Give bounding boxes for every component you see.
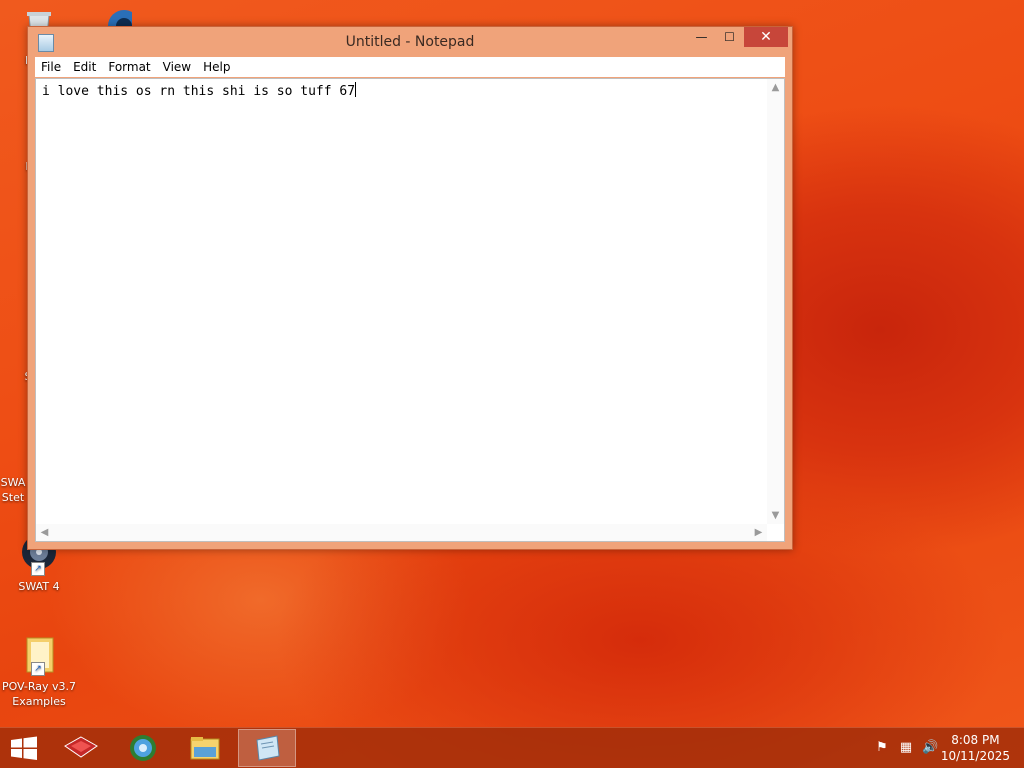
shortcut-arrow-icon: ↗ xyxy=(31,662,45,676)
menu-file[interactable]: File xyxy=(35,57,67,77)
clock-time: 8:08 PM xyxy=(951,733,1000,747)
menu-format[interactable]: Format xyxy=(102,57,156,77)
taskbar-app-red-cube[interactable] xyxy=(52,729,110,767)
desktop-icon-povray-examples[interactable]: ↗ POV-Ray v3.7 Examples xyxy=(0,632,78,709)
title-bar[interactable]: Untitled - Notepad — ☐ ✕ xyxy=(28,27,792,57)
menu-view[interactable]: View xyxy=(157,57,197,77)
menu-help[interactable]: Help xyxy=(197,57,236,77)
clock-date: 10/11/2025 xyxy=(940,749,1010,763)
browser-globe-icon xyxy=(130,735,156,761)
system-clock[interactable]: 8:08 PM 10/11/2025 xyxy=(941,732,1010,764)
scroll-down-icon[interactable]: ▼ xyxy=(767,507,784,524)
taskbar-browser[interactable] xyxy=(114,729,172,767)
close-button[interactable]: ✕ xyxy=(744,27,788,47)
scroll-left-icon[interactable]: ◀ xyxy=(36,524,53,541)
shortcut-arrow-icon: ↗ xyxy=(31,562,45,576)
vertical-scrollbar[interactable]: ▲ ▼ xyxy=(767,79,784,524)
action-center-flag-icon[interactable]: ⚑ xyxy=(874,740,890,756)
menu-bar: File Edit Format View Help xyxy=(35,57,785,77)
app-red-cube-icon xyxy=(64,736,98,758)
folder-icon: ↗ xyxy=(17,632,61,676)
minimize-button[interactable]: — xyxy=(688,27,715,47)
start-windows-icon xyxy=(11,736,37,760)
horizontal-scrollbar[interactable]: ◀ ▶ xyxy=(36,524,767,541)
scroll-up-icon[interactable]: ▲ xyxy=(767,79,784,96)
document-text: i love this os rn this shi is so tuff 67 xyxy=(42,84,356,99)
notepad-icon xyxy=(256,735,280,761)
taskbar: ⚑ ▦ 🔊 8:08 PM 10/11/2025 xyxy=(0,727,1024,768)
network-icon[interactable]: ▦ xyxy=(898,740,914,756)
desktop: Rec ↗ Not ↗ r ↗ Sup ↗ SWA Stet xyxy=(0,0,1024,768)
taskbar-notepad[interactable] xyxy=(238,729,296,767)
file-explorer-folder-icon xyxy=(190,737,220,760)
text-editor[interactable]: i love this os rn this shi is so tuff 67… xyxy=(35,78,785,542)
text-caret xyxy=(355,82,357,97)
menu-edit[interactable]: Edit xyxy=(67,57,102,77)
volume-icon[interactable]: 🔊 xyxy=(922,740,938,756)
taskbar-file-explorer[interactable] xyxy=(176,729,234,767)
start-button[interactable] xyxy=(0,729,48,767)
window-title: Untitled - Notepad xyxy=(345,34,475,50)
scroll-right-icon[interactable]: ▶ xyxy=(750,524,767,541)
maximize-button[interactable]: ☐ xyxy=(716,27,743,47)
text-area[interactable]: i love this os rn this shi is so tuff 67 xyxy=(42,82,762,521)
notepad-window[interactable]: Untitled - Notepad — ☐ ✕ File Edit Format V… xyxy=(27,26,793,550)
